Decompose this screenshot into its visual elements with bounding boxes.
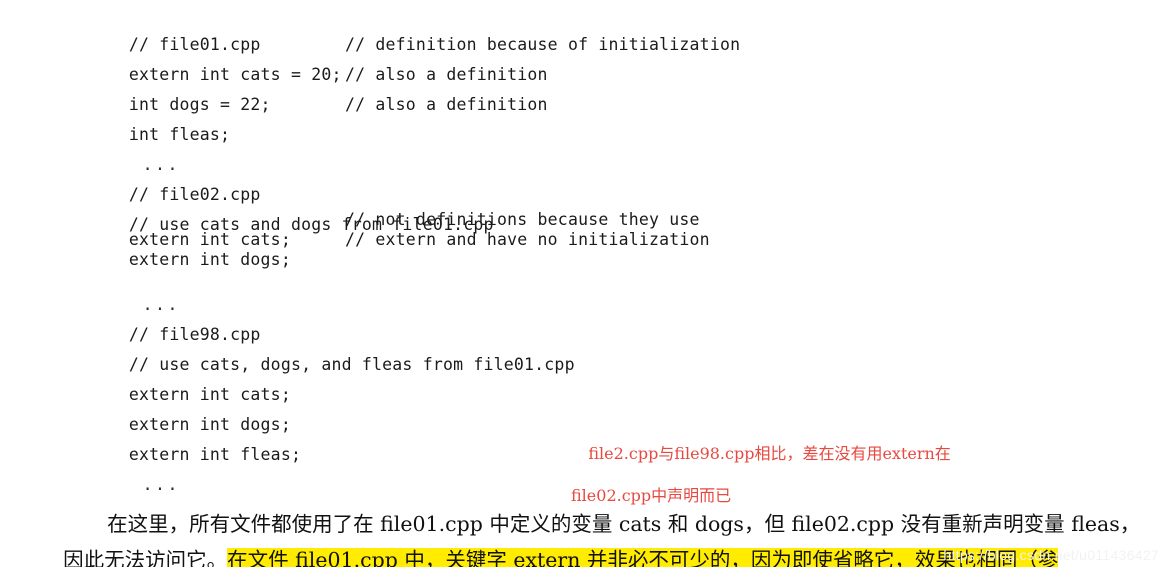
csdn-watermark: https://blog.csdn.net/u011436427 xyxy=(943,547,1159,563)
code-line-ellipsis: ... xyxy=(68,120,1128,174)
highlighted-text: 在文件 file01.cpp 中，关键字 extern 并非必不可少的，因为即使… xyxy=(227,548,1059,567)
code-line: extern int cats = 20; // definition beca… xyxy=(68,30,1128,84)
code-comment: // definition because of initialization xyxy=(345,35,741,54)
code-line: // use cats and dogs from file01.cpp xyxy=(68,180,1128,234)
code-line: // file01.cpp xyxy=(68,0,1128,54)
code-comment: // also a definition xyxy=(345,65,548,84)
code-listing: // file01.cpp extern int cats = 20; // d… xyxy=(68,0,1128,494)
code-line: int fleas; // also a definition xyxy=(68,90,1128,144)
code-line: // use cats, dogs, and fleas from file01… xyxy=(68,320,1128,374)
code-comment: // not definitions because they use xyxy=(345,210,700,229)
code-line: // file02.cpp xyxy=(68,150,1128,204)
code-line: int dogs = 22; // also a definition xyxy=(68,60,1128,114)
annotation-line-1: file2.cpp与file98.cpp相比，差在没有用extern在 xyxy=(588,444,951,463)
paragraph-line-2-plain: 因此无法访问它。 xyxy=(63,548,228,567)
code-line: extern int cats; // not definitions beca… xyxy=(68,210,1128,249)
code-line: // file98.cpp xyxy=(68,290,1128,344)
paragraph-line-1: 在这里，所有文件都使用了在 file01.cpp 中定义的变量 cats 和 d… xyxy=(24,470,1167,536)
scanned-page: // file01.cpp extern int cats = 20; // d… xyxy=(0,0,1167,567)
code-line: extern int dogs; xyxy=(68,380,1128,434)
code-line-ellipsis: ... xyxy=(68,260,1128,314)
paragraph-line-1-text: 在这里，所有文件都使用了在 file01.cpp 中定义的变量 cats 和 d… xyxy=(107,512,1141,536)
code-line: extern int cats; xyxy=(68,350,1128,404)
code-comment: // extern and have no initialization xyxy=(345,230,710,249)
code-line: extern int dogs; // extern and have no i… xyxy=(68,230,1128,269)
code-comment: // also a definition xyxy=(345,95,548,114)
